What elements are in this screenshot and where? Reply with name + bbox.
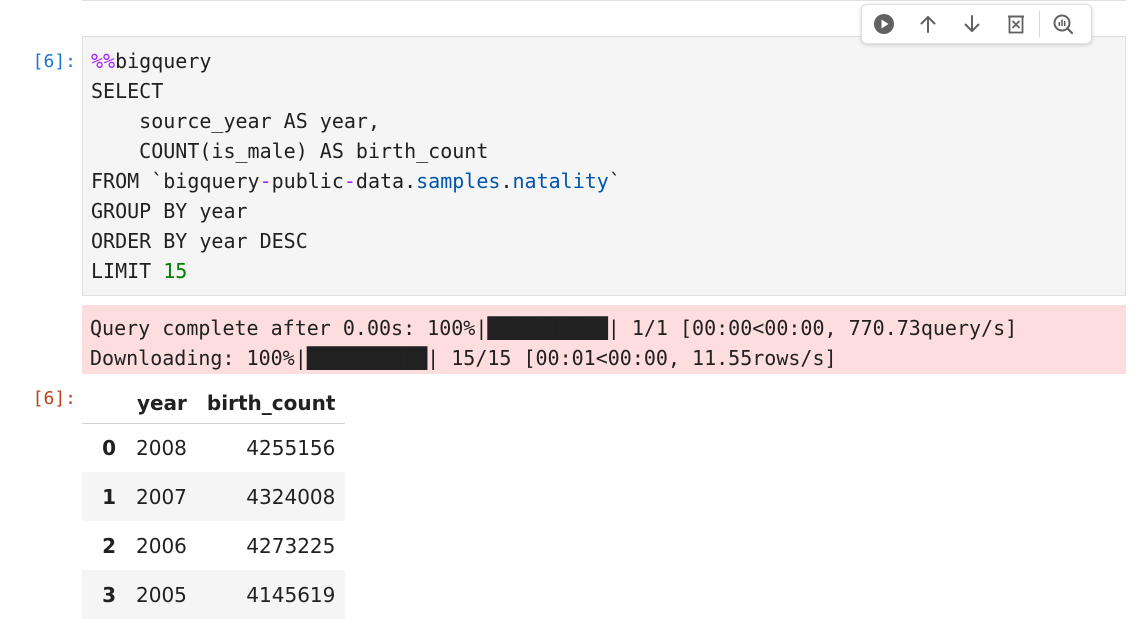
code-line: GROUP BY year [91, 196, 1125, 226]
run-cell-button[interactable] [862, 5, 906, 43]
code-line: COUNT(is_male) AS birth_count [91, 136, 1125, 166]
code-token: GROUP BY year [91, 199, 248, 223]
code-token: public [271, 169, 344, 193]
delete-cell-button[interactable] [994, 5, 1038, 43]
column-header-year: year [126, 384, 197, 424]
move-down-button[interactable] [950, 5, 994, 43]
delete-icon [1008, 15, 1024, 34]
code-line: ORDER BY year DESC [91, 226, 1125, 256]
input-prompt: [6]: [32, 51, 76, 72]
code-line: FROM `bigquery-public-data.samples.natal… [91, 166, 1125, 196]
birth-count-cell: 4324008 [246, 484, 336, 509]
code-token: - [343, 169, 356, 193]
code-token: ORDER BY year DESC [91, 229, 308, 253]
code-line: LIMIT 15 [91, 256, 1125, 286]
code-editor[interactable]: %%bigquery SELECT source_year AS year, CO… [82, 36, 1126, 296]
inspect-button[interactable] [1041, 5, 1085, 43]
table-header-row: year birth_count [82, 384, 346, 424]
row-index: 2 [102, 533, 116, 558]
row-index: 1 [102, 484, 116, 509]
code-line: SELECT [91, 76, 1125, 106]
toolbar-separator [1039, 11, 1040, 37]
inspect-icon [1053, 14, 1074, 35]
code-token: bigquery [115, 49, 212, 73]
arrow-down-icon [964, 15, 980, 32]
code-line: %%bigquery [91, 46, 1125, 76]
code-token: ` [608, 169, 621, 193]
year-cell: 2007 [136, 484, 187, 509]
output-prompt: [6]: [32, 388, 76, 409]
birth-count-cell: 4255156 [246, 435, 336, 460]
code-token: LIMIT [91, 259, 164, 283]
table-row: 1 2007 4324008 [82, 472, 346, 521]
previous-cell-divider [82, 0, 1126, 1]
table-row: 2 2006 4273225 [82, 521, 345, 570]
birth-count-cell: 4273225 [246, 533, 336, 558]
table-row: 3 2005 4145619 [82, 570, 346, 619]
row-index: 3 [102, 582, 116, 607]
code-token: . [500, 169, 513, 193]
move-up-button[interactable] [906, 5, 950, 43]
code-token: natality [512, 169, 609, 193]
download-progress-line: Downloading: 100%|██████████| 15/15 [00:… [90, 346, 837, 370]
table-row: 0 2008 4255156 [82, 423, 345, 472]
index-header [82, 384, 126, 424]
code-token: SELECT [91, 79, 164, 103]
year-cell: 2006 [136, 533, 187, 558]
row-index: 0 [102, 435, 116, 460]
code-token: FROM `bigquery [91, 169, 260, 193]
run-icon [874, 14, 894, 34]
year-cell: 2005 [136, 582, 187, 607]
cell-toolbar [861, 4, 1092, 44]
code-token: source_year AS year, [91, 109, 380, 133]
code-token: %% [91, 49, 116, 73]
code-token: - [259, 169, 272, 193]
code-token: COUNT(is_male) AS birth_count [91, 139, 489, 163]
code-line: source_year AS year, [91, 106, 1125, 136]
query-progress-line: Query complete after 0.00s: 100%|███████… [90, 316, 1018, 340]
code-token: data. [355, 169, 417, 193]
code-token: samples [416, 169, 501, 193]
dataframe-table: year birth_count 0 2008 4255156 1 2007 4… [82, 384, 346, 619]
arrow-up-icon [920, 16, 936, 33]
code-token: 15 [163, 259, 188, 283]
column-header-birth-count: birth_count [196, 384, 346, 424]
year-cell: 2008 [136, 435, 187, 460]
birth-count-cell: 4145619 [246, 582, 336, 607]
stderr-output: Query complete after 0.00s: 100%|███████… [82, 305, 1126, 374]
